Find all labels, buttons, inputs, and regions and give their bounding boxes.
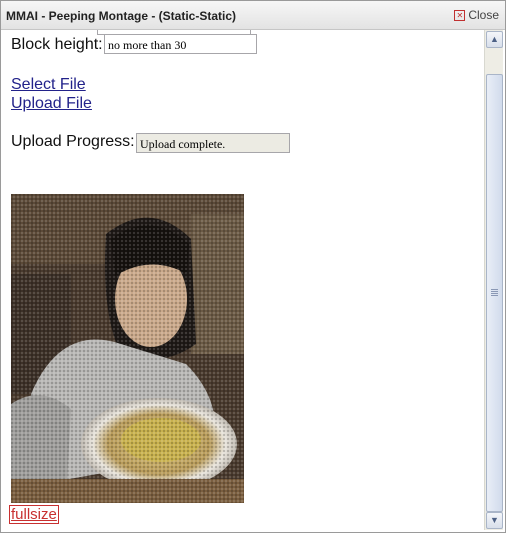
dialog-window: MMAI - Peeping Montage - (Static-Static)… <box>0 0 506 533</box>
block-height-label: Block height: <box>11 36 103 53</box>
close-button[interactable]: ✕ Close <box>454 8 499 22</box>
upload-file-link[interactable]: Upload File <box>11 95 92 113</box>
select-file-link[interactable]: Select File <box>11 76 86 94</box>
fullsize-link[interactable]: fullsize <box>9 505 59 524</box>
content-area: Block height: no more than 30 Select Fil… <box>1 30 484 532</box>
window-title: MMAI - Peeping Montage - (Static-Static) <box>6 9 237 23</box>
vertical-scrollbar[interactable]: ▲ ▼ <box>484 30 503 530</box>
titlebar: MMAI - Peeping Montage - (Static-Static)… <box>1 1 505 30</box>
upload-progress-label: Upload Progress: <box>11 133 135 150</box>
close-label: Close <box>468 8 499 22</box>
grip-icon <box>491 289 498 296</box>
scrollbar-thumb[interactable] <box>486 74 503 512</box>
upload-progress-status: Upload complete. <box>136 133 290 153</box>
close-icon: ✕ <box>454 9 466 21</box>
scroll-up-icon[interactable]: ▲ <box>486 31 503 48</box>
scroll-down-icon[interactable]: ▼ <box>486 512 503 529</box>
block-height-input[interactable]: no more than 30 <box>104 34 257 54</box>
mosaic-image <box>11 194 244 503</box>
